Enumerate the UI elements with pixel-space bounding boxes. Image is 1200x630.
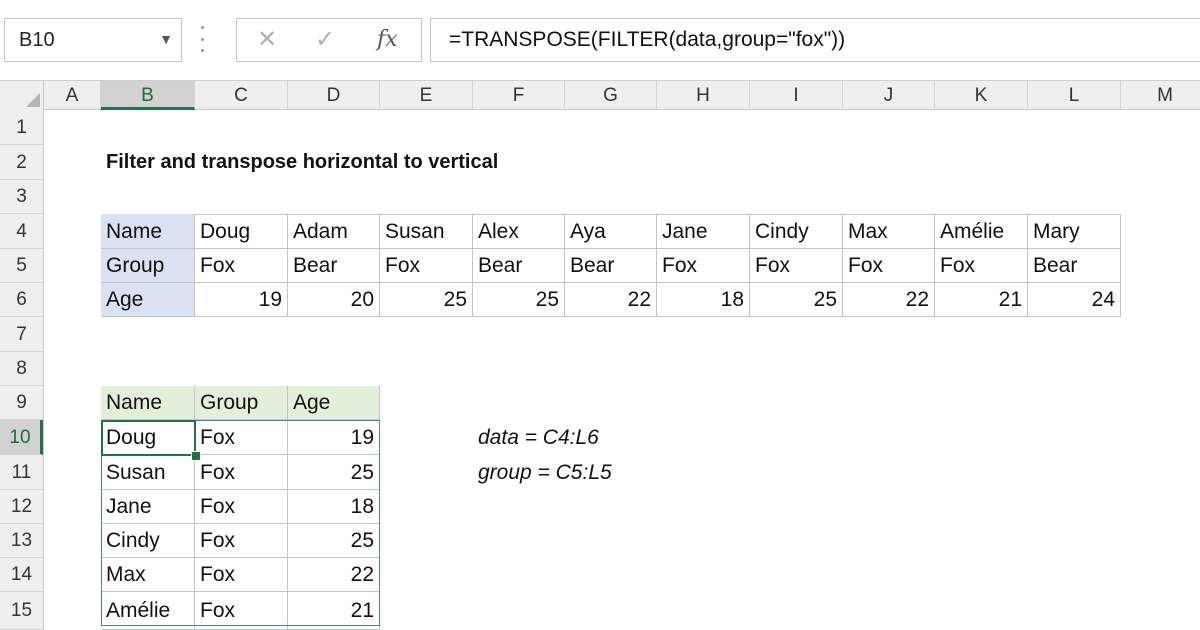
result-cell[interactable]: Cindy bbox=[101, 524, 195, 558]
source-name-cell[interactable]: Jane bbox=[657, 214, 750, 249]
result-cell[interactable]: 21 bbox=[288, 592, 380, 630]
source-group-cell[interactable]: Fox bbox=[195, 249, 288, 283]
source-name-cell[interactable]: Cindy bbox=[750, 214, 843, 249]
result-cell[interactable]: 18 bbox=[288, 490, 380, 524]
result-cell[interactable]: Doug bbox=[101, 420, 195, 455]
result-cell[interactable]: Jane bbox=[101, 490, 195, 524]
source-name-cell[interactable]: Adam bbox=[288, 214, 380, 249]
source-group-cell[interactable]: Bear bbox=[473, 249, 565, 283]
source-age-cell[interactable]: 25 bbox=[473, 283, 565, 317]
source-group-label[interactable]: Group bbox=[101, 249, 195, 283]
source-age-cell[interactable]: 24 bbox=[1028, 283, 1121, 317]
source-group-cell[interactable]: Bear bbox=[565, 249, 657, 283]
source-age-cell[interactable]: 25 bbox=[750, 283, 843, 317]
source-age-label[interactable]: Age bbox=[101, 283, 195, 317]
source-name-cell[interactable]: Susan bbox=[380, 214, 473, 249]
source-age-cell[interactable]: 21 bbox=[935, 283, 1028, 317]
result-cell[interactable]: Fox bbox=[195, 490, 288, 524]
result-cell[interactable]: 25 bbox=[288, 455, 380, 490]
source-group-cell[interactable]: Fox bbox=[657, 249, 750, 283]
result-cell[interactable]: Amélie bbox=[101, 592, 195, 630]
source-age-cell[interactable]: 19 bbox=[195, 283, 288, 317]
result-cell[interactable]: Fox bbox=[195, 524, 288, 558]
result-cell[interactable]: Fox bbox=[195, 420, 288, 455]
source-name-label[interactable]: Name bbox=[101, 214, 195, 249]
source-age-cell[interactable]: 20 bbox=[288, 283, 380, 317]
source-group-cell[interactable]: Fox bbox=[380, 249, 473, 283]
named-range-note[interactable]: group = C5:L5 bbox=[473, 455, 773, 490]
result-cell[interactable]: Susan bbox=[101, 455, 195, 490]
result-cell[interactable]: 19 bbox=[288, 420, 380, 455]
sheet-title[interactable]: Filter and transpose horizontal to verti… bbox=[101, 145, 701, 180]
source-name-cell[interactable]: Mary bbox=[1028, 214, 1121, 249]
source-name-cell[interactable]: Max bbox=[843, 214, 935, 249]
result-cell[interactable]: 22 bbox=[288, 558, 380, 592]
source-group-cell[interactable]: Fox bbox=[750, 249, 843, 283]
result-cell[interactable]: Fox bbox=[195, 558, 288, 592]
fill-handle[interactable] bbox=[191, 451, 201, 461]
result-cell[interactable]: Fox bbox=[195, 592, 288, 630]
worksheet-grid: Filter and transpose horizontal to verti… bbox=[0, 0, 1200, 630]
result-cell[interactable]: Fox bbox=[195, 455, 288, 490]
source-name-cell[interactable]: Aya bbox=[565, 214, 657, 249]
source-group-cell[interactable]: Bear bbox=[288, 249, 380, 283]
source-age-cell[interactable]: 18 bbox=[657, 283, 750, 317]
result-header-group[interactable]: Group bbox=[195, 386, 288, 420]
source-name-cell[interactable]: Doug bbox=[195, 214, 288, 249]
source-group-cell[interactable]: Bear bbox=[1028, 249, 1121, 283]
result-cell[interactable]: Max bbox=[101, 558, 195, 592]
source-age-cell[interactable]: 22 bbox=[843, 283, 935, 317]
named-range-note[interactable]: data = C4:L6 bbox=[473, 420, 773, 455]
source-age-cell[interactable]: 25 bbox=[380, 283, 473, 317]
source-name-cell[interactable]: Alex bbox=[473, 214, 565, 249]
result-header-age[interactable]: Age bbox=[288, 386, 380, 420]
source-group-cell[interactable]: Fox bbox=[935, 249, 1028, 283]
source-age-cell[interactable]: 22 bbox=[565, 283, 657, 317]
result-cell[interactable]: 25 bbox=[288, 524, 380, 558]
source-group-cell[interactable]: Fox bbox=[843, 249, 935, 283]
result-header-name[interactable]: Name bbox=[101, 386, 195, 420]
source-name-cell[interactable]: Amélie bbox=[935, 214, 1028, 249]
